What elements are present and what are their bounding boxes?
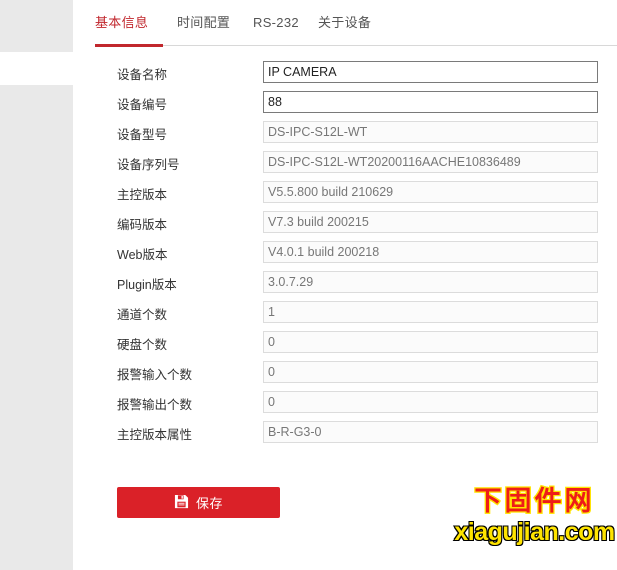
input-web-version xyxy=(263,241,598,263)
input-channel-count xyxy=(263,301,598,323)
form-row-serial-number: 设备序列号 xyxy=(73,150,617,180)
tab-bar: 基本信息 时间配置 RS-232 关于设备 xyxy=(95,0,617,46)
form-row-encoding-version: 编码版本 xyxy=(73,210,617,240)
sidebar-block-top xyxy=(0,0,73,52)
input-encoding-version xyxy=(263,211,598,233)
label-serial-number: 设备序列号 xyxy=(117,158,180,172)
save-floppy-icon xyxy=(174,494,189,512)
label-device-number: 设备编号 xyxy=(117,98,168,112)
form-row-firmware-version: 主控版本 xyxy=(73,180,617,210)
form-row-firmware-attribute: 主控版本属性 xyxy=(73,420,617,450)
label-web-version: Web版本 xyxy=(117,248,168,262)
label-firmware-attribute: 主控版本属性 xyxy=(117,428,193,442)
form-row-device-number: 设备编号 xyxy=(73,90,617,120)
label-encoding-version: 编码版本 xyxy=(117,218,168,232)
input-device-model xyxy=(263,121,598,143)
form-row-alarm-output-count: 报警输出个数 xyxy=(73,390,617,420)
input-device-name[interactable] xyxy=(263,61,598,83)
input-alarm-output-count xyxy=(263,391,598,413)
form-row-device-name: 设备名称 xyxy=(73,60,617,90)
form-row-plugin-version: Plugin版本 xyxy=(73,270,617,300)
tab-basic-info[interactable]: 基本信息 xyxy=(95,14,148,32)
label-channel-count: 通道个数 xyxy=(117,308,168,322)
label-device-name: 设备名称 xyxy=(117,68,168,82)
label-disk-count: 硬盘个数 xyxy=(117,338,168,352)
label-alarm-input-count: 报警输入个数 xyxy=(117,368,193,382)
main-content-panel: 基本信息 时间配置 RS-232 关于设备 设备名称 设备编号 设备型号 设备序… xyxy=(73,0,617,570)
input-serial-number xyxy=(263,151,598,173)
input-device-number[interactable] xyxy=(263,91,598,113)
save-button-label: 保存 xyxy=(195,496,223,511)
form-row-device-model: 设备型号 xyxy=(73,120,617,150)
form-row-channel-count: 通道个数 xyxy=(73,300,617,330)
tab-about-device[interactable]: 关于设备 xyxy=(318,14,371,32)
label-plugin-version: Plugin版本 xyxy=(117,278,177,292)
input-firmware-attribute xyxy=(263,421,598,443)
label-alarm-output-count: 报警输出个数 xyxy=(117,398,193,412)
tab-time-config[interactable]: 时间配置 xyxy=(177,14,230,32)
input-disk-count xyxy=(263,331,598,353)
save-button[interactable]: 保存 xyxy=(117,487,280,518)
tab-rs232[interactable]: RS-232 xyxy=(253,14,299,32)
form-row-web-version: Web版本 xyxy=(73,240,617,270)
left-sidebar-rail xyxy=(0,0,73,570)
label-firmware-version: 主控版本 xyxy=(117,188,168,202)
label-device-model: 设备型号 xyxy=(117,128,168,142)
input-alarm-input-count xyxy=(263,361,598,383)
form-row-disk-count: 硬盘个数 xyxy=(73,330,617,360)
input-firmware-version xyxy=(263,181,598,203)
input-plugin-version xyxy=(263,271,598,293)
form-row-alarm-input-count: 报警输入个数 xyxy=(73,360,617,390)
sidebar-block-main xyxy=(0,85,73,570)
